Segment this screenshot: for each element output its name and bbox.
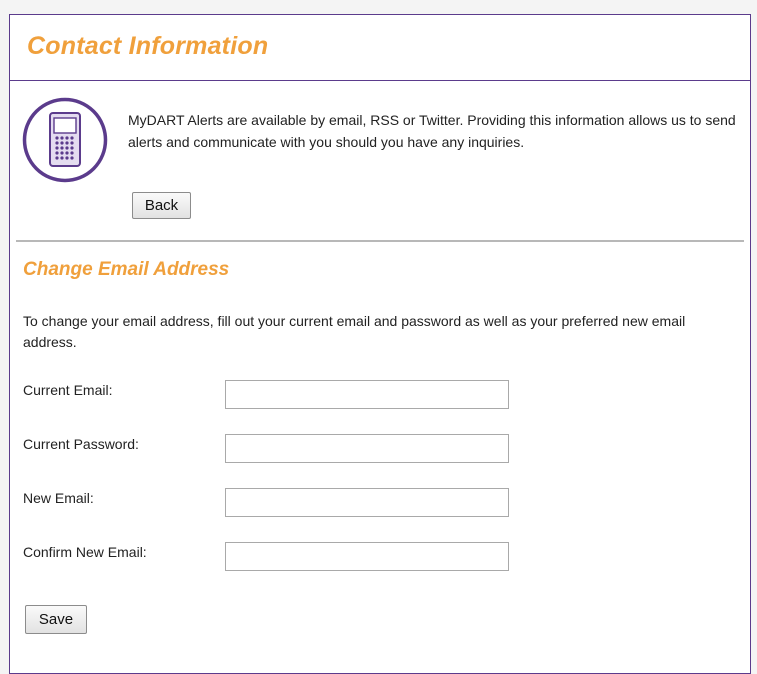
page-title: Contact Information [27, 32, 269, 60]
confirm-new-email-input[interactable] [225, 542, 509, 571]
current-password-label: Current Password: [23, 436, 139, 452]
intro-section: MyDART Alerts are available by email, RS… [10, 81, 750, 239]
change-email-description: To change your email address, fill out y… [23, 313, 686, 350]
current-email-label: Current Email: [23, 382, 113, 398]
new-email-input[interactable] [225, 488, 509, 517]
panel-header: Contact Information [10, 15, 750, 81]
current-email-input[interactable] [225, 380, 509, 409]
change-email-title: Change Email Address [23, 259, 230, 280]
confirm-new-email-label: Confirm New Email: [23, 544, 147, 560]
save-button[interactable]: Save [25, 605, 87, 634]
section-divider [16, 240, 744, 242]
mobile-phone-icon [22, 97, 108, 183]
contact-information-panel: Contact Information MyDART Alerts are av… [9, 14, 751, 674]
new-email-label: New Email: [23, 490, 94, 506]
current-password-input[interactable] [225, 434, 509, 463]
back-button[interactable]: Back [132, 192, 191, 219]
intro-text: MyDART Alerts are available by email, RS… [128, 112, 736, 150]
